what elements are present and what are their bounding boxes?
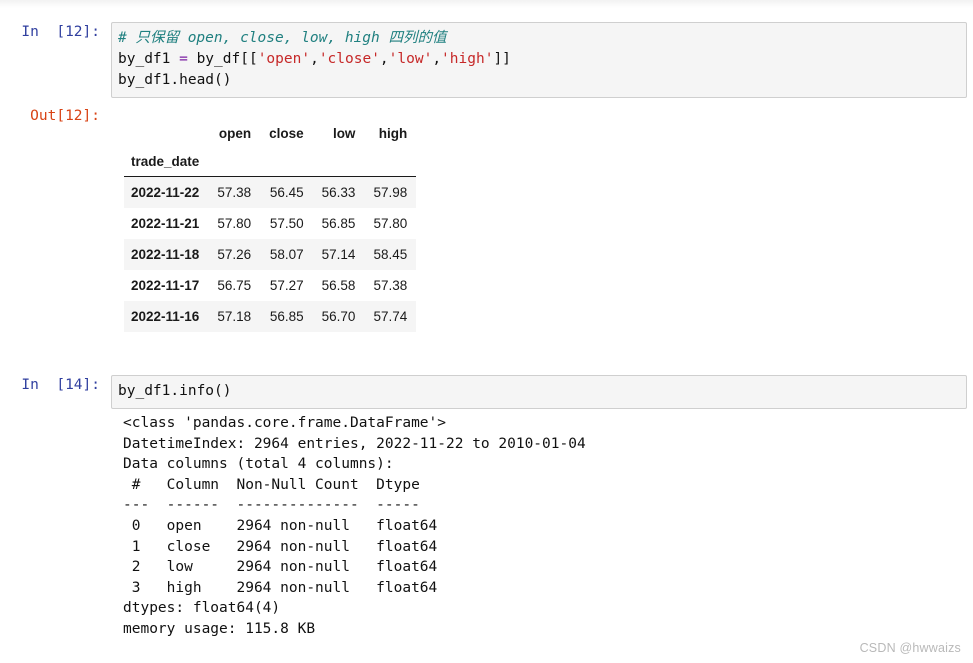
page-top-band bbox=[0, 0, 973, 8]
code-token-plain: , bbox=[379, 51, 389, 67]
dataframe-cell: 58.45 bbox=[364, 239, 417, 270]
dataframe-table: open close low high trade_date 2022-11-22 57… bbox=[124, 122, 417, 332]
table-row: 2022-11-21 57.80 57.50 56.85 57.80 bbox=[124, 208, 417, 239]
code-token-plain: , bbox=[310, 51, 319, 67]
dataframe-tbody: 2022-11-22 57.38 56.45 56.33 57.98 2022-11-21… bbox=[124, 176, 417, 332]
dataframe-index-row-filler bbox=[312, 150, 365, 177]
dataframe-index-row-filler bbox=[364, 150, 417, 177]
code-line: # 只保留 open, close, low, high 四列的值 bbox=[118, 28, 960, 49]
dataframe-cell: 57.98 bbox=[364, 176, 417, 208]
dataframe-row-index: 2022-11-16 bbox=[124, 301, 209, 332]
code-token-plain: by_df[[ bbox=[187, 51, 258, 67]
code-line: by_df1.info() bbox=[118, 381, 960, 402]
dataframe-thead: open close low high trade_date bbox=[124, 122, 417, 177]
code-line: by_df1 = by_df[['open','close','low','hi… bbox=[118, 49, 960, 70]
table-row: 2022-11-16 57.18 56.85 56.70 57.74 bbox=[124, 301, 417, 332]
code-editor-12[interactable]: # 只保留 open, close, low, high 四列的值 by_df1 … bbox=[111, 22, 967, 98]
dataframe-cell: 58.07 bbox=[260, 239, 313, 270]
dataframe-column-header: high bbox=[364, 122, 417, 150]
dataframe-cell: 57.74 bbox=[364, 301, 417, 332]
dataframe-cell: 56.45 bbox=[260, 176, 313, 208]
cell-prompt-in-14: In [14]: bbox=[21, 377, 100, 393]
dataframe-cell: 56.70 bbox=[312, 301, 365, 332]
cell-prompt-in-12: In [12]: bbox=[21, 24, 100, 40]
dataframe-row-index: 2022-11-21 bbox=[124, 208, 209, 239]
dataframe-column-header: open bbox=[208, 122, 261, 150]
code-token-plain: , bbox=[432, 51, 442, 67]
dataframe-cell: 57.50 bbox=[260, 208, 313, 239]
dataframe-index-row-filler bbox=[260, 150, 313, 177]
code-token-plain: by_df1 bbox=[118, 51, 180, 67]
code-token-op: = bbox=[179, 51, 188, 67]
dataframe-cell: 57.14 bbox=[312, 239, 365, 270]
dataframe-cell: 57.80 bbox=[208, 208, 261, 239]
dataframe-cell: 56.85 bbox=[260, 301, 313, 332]
dataframe-column-header: close bbox=[260, 122, 313, 150]
dataframe-column-header: low bbox=[312, 122, 365, 150]
cell-prompt-out-12: Out[12]: bbox=[30, 108, 100, 124]
notebook-cell-input-12[interactable]: In [12]: # 只保留 open, close, low, high 四列… bbox=[0, 22, 973, 98]
dataframe-cell: 57.18 bbox=[208, 301, 261, 332]
dataframe-column-header-row: open close low high bbox=[124, 122, 417, 150]
code-token-plain: by_df1.info() bbox=[118, 383, 232, 399]
dataframe-cell: 57.38 bbox=[364, 270, 417, 301]
dataframe-cell: 56.33 bbox=[312, 176, 365, 208]
dataframe-index-name: trade_date bbox=[124, 150, 209, 177]
dataframe-cell: 56.75 bbox=[208, 270, 261, 301]
table-row: 2022-11-22 57.38 56.45 56.33 57.98 bbox=[124, 176, 417, 208]
dataframe-corner-cell bbox=[124, 122, 209, 150]
dataframe-cell: 57.80 bbox=[364, 208, 417, 239]
dataframe-row-index: 2022-11-22 bbox=[124, 176, 209, 208]
code-token-plain: ]] bbox=[493, 51, 511, 67]
dataframe-index-row-filler bbox=[208, 150, 261, 177]
notebook-cell-input-14[interactable]: In [14]: by_df1.info() bbox=[0, 375, 973, 409]
table-row: 2022-11-18 57.26 58.07 57.14 58.45 bbox=[124, 239, 417, 270]
dataframe-index-name-row: trade_date bbox=[124, 150, 417, 177]
dataframe-cell: 57.27 bbox=[260, 270, 313, 301]
dataframe-cell: 56.58 bbox=[312, 270, 365, 301]
code-token-comment: # 只保留 open, close, low, high 四列的值 bbox=[118, 30, 447, 46]
dataframe-cell: 57.26 bbox=[208, 239, 261, 270]
dataframe-row-index: 2022-11-17 bbox=[124, 270, 209, 301]
code-token-str: 'open' bbox=[257, 51, 311, 67]
dataframe-row-index: 2022-11-18 bbox=[124, 239, 209, 270]
notebook-cell-output-12: Out[12]: bbox=[0, 106, 120, 127]
code-token-str: 'close' bbox=[318, 51, 380, 67]
info-stream-output: <class 'pandas.core.frame.DataFrame'> Da… bbox=[123, 415, 586, 637]
code-token-str: 'high' bbox=[441, 51, 494, 67]
code-token-str: 'low' bbox=[388, 51, 433, 67]
code-editor-14[interactable]: by_df1.info() bbox=[111, 375, 967, 409]
code-line: by_df1.head() bbox=[118, 70, 960, 91]
table-row: 2022-11-17 56.75 57.27 56.58 57.38 bbox=[124, 270, 417, 301]
dataframe-cell: 57.38 bbox=[208, 176, 261, 208]
code-token-plain: by_df1.head() bbox=[118, 72, 232, 88]
dataframe-output: open close low high trade_date 2022-11-22 57… bbox=[124, 122, 417, 332]
csdn-watermark: CSDN @hwwaizs bbox=[859, 641, 961, 655]
dataframe-cell: 56.85 bbox=[312, 208, 365, 239]
